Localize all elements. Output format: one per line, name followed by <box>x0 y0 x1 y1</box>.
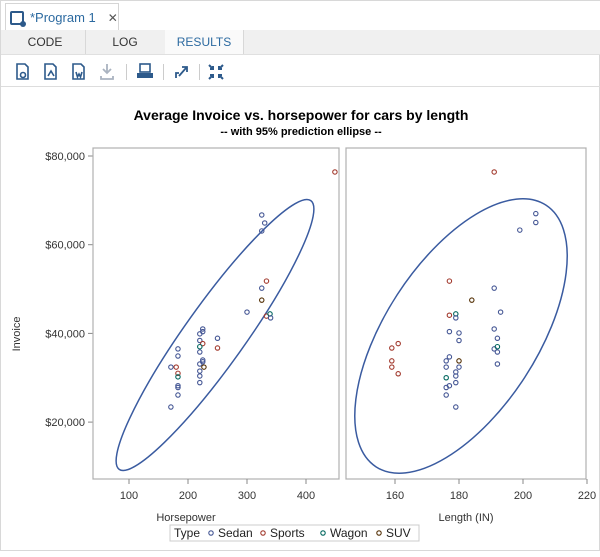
y-tick-label: $20,000 <box>45 417 85 429</box>
chart-title: Average Invoice vs. horsepower for cars … <box>134 107 469 123</box>
legend: Type Sedan Sports Wagon SUV <box>169 524 420 542</box>
plot-frame <box>92 147 340 480</box>
program-icon <box>10 10 26 27</box>
collapse-icon[interactable] <box>208 64 224 80</box>
x-tick-label: 200 <box>514 490 532 502</box>
open-new-window-icon[interactable] <box>175 66 188 78</box>
close-icon[interactable]: ✕ <box>108 11 118 25</box>
y-tick-label: $60,000 <box>45 240 85 252</box>
subtab-bar: CODE LOG RESULTS <box>1 30 600 55</box>
y-axis-label: Invoice <box>11 317 23 352</box>
editor-tab-bar: *Program 1 ✕ <box>1 1 600 31</box>
legend-label: Sedan <box>218 526 253 540</box>
plot-frame <box>345 147 587 480</box>
x-tick-label: 160 <box>386 490 404 502</box>
results-pane: Average Invoice vs. horsepower for cars … <box>1 87 600 552</box>
chart-subtitle: -- with 95% prediction ellipse -- <box>220 126 382 138</box>
tab-log[interactable]: LOG <box>85 30 166 54</box>
x-tick-label: 200 <box>179 490 197 502</box>
print-icon[interactable] <box>137 63 153 78</box>
x-tick-label: 300 <box>238 490 256 502</box>
legend-label: Sports <box>270 526 305 540</box>
x-tick-label: 220 <box>578 490 596 502</box>
scatter-panel-chart: Average Invoice vs. horsepower for cars … <box>11 107 596 542</box>
x-axis-label: Length (IN) <box>438 512 493 524</box>
program-tab-title: *Program 1 <box>30 10 96 25</box>
tab-code[interactable]: CODE <box>5 30 86 54</box>
legend-label: Wagon <box>330 526 368 540</box>
toolbar-separator <box>163 64 164 80</box>
toolbar-separator <box>126 64 127 80</box>
download-icon <box>100 64 114 80</box>
legend-title: Type <box>174 526 200 540</box>
x-tick-label: 100 <box>120 490 138 502</box>
tab-results[interactable]: RESULTS <box>165 30 244 54</box>
toolbar-separator <box>199 64 200 80</box>
download-html-icon[interactable] <box>16 63 29 80</box>
y-tick-label: $80,000 <box>45 151 85 163</box>
program-tab[interactable]: *Program 1 ✕ <box>5 3 119 31</box>
x-tick-label: 180 <box>450 490 468 502</box>
legend-label: SUV <box>386 526 411 540</box>
download-pdf-icon[interactable] <box>44 63 57 80</box>
y-tick-label: $40,000 <box>45 328 85 340</box>
download-word-icon[interactable] <box>72 63 85 80</box>
x-axis-label: Horsepower <box>156 512 216 524</box>
results-toolbar <box>1 56 600 87</box>
x-tick-label: 400 <box>297 490 315 502</box>
